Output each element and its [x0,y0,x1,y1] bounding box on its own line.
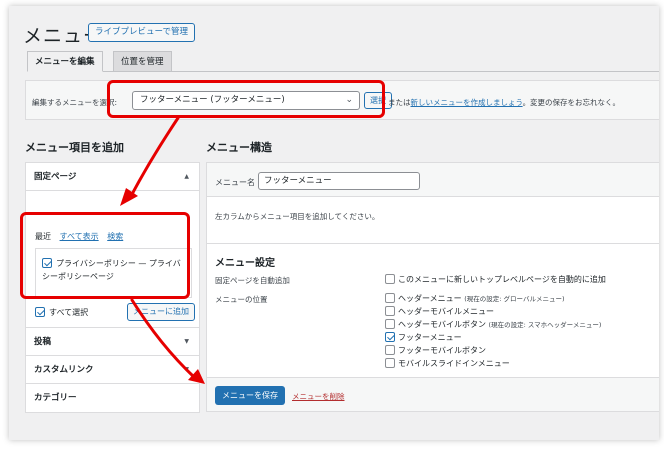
location-footer-mobile-button[interactable]: フッターモバイルボタン [385,344,486,356]
location-label: モバイルスライドインメニュー [398,359,510,368]
section-categories-header[interactable]: カテゴリー [26,384,199,412]
tab-edit-menus[interactable]: メニューを編集 [27,51,103,72]
location-header-mobile-button[interactable]: ヘッダーモバイルボタン (現在の設定: スマホヘッダーメニュー) [385,318,602,330]
location-mobile-slidein-menu[interactable]: モバイルスライドインメニュー [385,357,510,369]
delete-menu-link[interactable]: メニューを削除 [292,391,345,402]
location-header-menu[interactable]: ヘッダーメニュー (現在の設定: グローバルメニュー) [385,292,565,304]
location-checkbox[interactable] [385,344,395,355]
add-items-hint: 左カラムからメニュー項目を追加してください。 [215,212,380,221]
select-all-label: すべて選択 [49,308,89,317]
divider [207,243,659,244]
save-menu-button[interactable]: メニューを保存 [215,386,285,405]
location-label: フッターモバイルボタン [398,346,486,355]
section-pages-header[interactable]: 固定ページ ▲ [26,163,199,191]
create-menu-text: または新しいメニューを作成しましょう。変更の保存をお忘れなく。 [388,97,620,108]
section-posts-label: 投稿 [34,337,52,347]
menu-name-label: メニュー名 [215,178,255,187]
auto-add-label: 固定ページを自動追加 [215,276,290,285]
location-checkbox[interactable] [385,318,395,329]
location-label: ヘッダーメニュー [398,294,462,303]
location-label: ヘッダーモバイルボタン [398,320,486,329]
add-to-menu-button[interactable]: メニューに追加 [127,303,195,321]
or-text: または [388,98,411,107]
menu-structure-heading: メニュー構造 [206,141,272,154]
caret-down-icon: ▼ [184,366,189,373]
caret-up-icon: ▲ [184,173,189,180]
select-menu-label: 編集するメニューを選択: [32,98,118,107]
location-checkbox[interactable] [385,305,395,316]
menu-structure-footer: メニューを保存 メニューを削除 [207,377,659,411]
menu-name-row: メニュー名 フッターメニュー [207,163,659,197]
highlight-box-menu-select [107,80,385,118]
location-checkbox[interactable] [385,357,395,368]
location-checkbox[interactable] [385,292,395,303]
select-all[interactable]: すべて選択 [35,306,89,318]
location-label: フッターメニュー [398,333,462,342]
tab-manage-locations[interactable]: 位置を管理 [113,51,172,72]
menu-name-input[interactable]: フッターメニュー [258,172,420,190]
location-label: ヘッダーモバイルメニュー [398,307,494,316]
location-note: (現在の設定: グローバルメニュー) [464,295,565,303]
caret-down-icon: ▼ [184,338,189,345]
menu-settings-heading: メニュー設定 [215,258,275,269]
auto-add-option-label: このメニューに新しいトップレベルページを自動的に追加 [398,275,606,284]
section-categories-label: カテゴリー [34,393,77,403]
auto-add-checkbox[interactable] [385,273,395,284]
location-footer-menu[interactable]: フッターメニュー [385,331,462,343]
section-posts-header[interactable]: 投稿 ▼ [26,328,199,356]
section-custom-links-label: カスタムリンク [34,365,94,375]
menu-structure-panel: メニュー名 フッターメニュー 左カラムからメニュー項目を追加してください。 メニ… [206,162,659,412]
location-header-mobile-menu[interactable]: ヘッダーモバイルメニュー [385,305,494,317]
highlight-box-add-items [20,212,190,299]
auto-add-option[interactable]: このメニューに新しいトップレベルページを自動的に追加 [385,273,606,285]
section-custom-links-header[interactable]: カスタムリンク ▼ [26,356,199,384]
section-pages-label: 固定ページ [34,172,77,182]
menu-location-label: メニューの位置 [215,295,268,304]
nav-tabs: メニューを編集 位置を管理 [27,51,659,72]
add-menu-items-heading: メニュー項目を追加 [25,141,124,154]
create-new-menu-link[interactable]: 新しいメニューを作成しましょう [411,98,523,107]
live-preview-button[interactable]: ライブプレビューで管理 [88,23,195,42]
location-note: (現在の設定: スマホヘッダーメニュー) [488,321,602,329]
select-all-checkbox[interactable] [35,306,45,317]
save-reminder-text: 。変更の保存をお忘れなく。 [522,98,621,107]
location-checkbox-checked[interactable] [385,331,395,342]
